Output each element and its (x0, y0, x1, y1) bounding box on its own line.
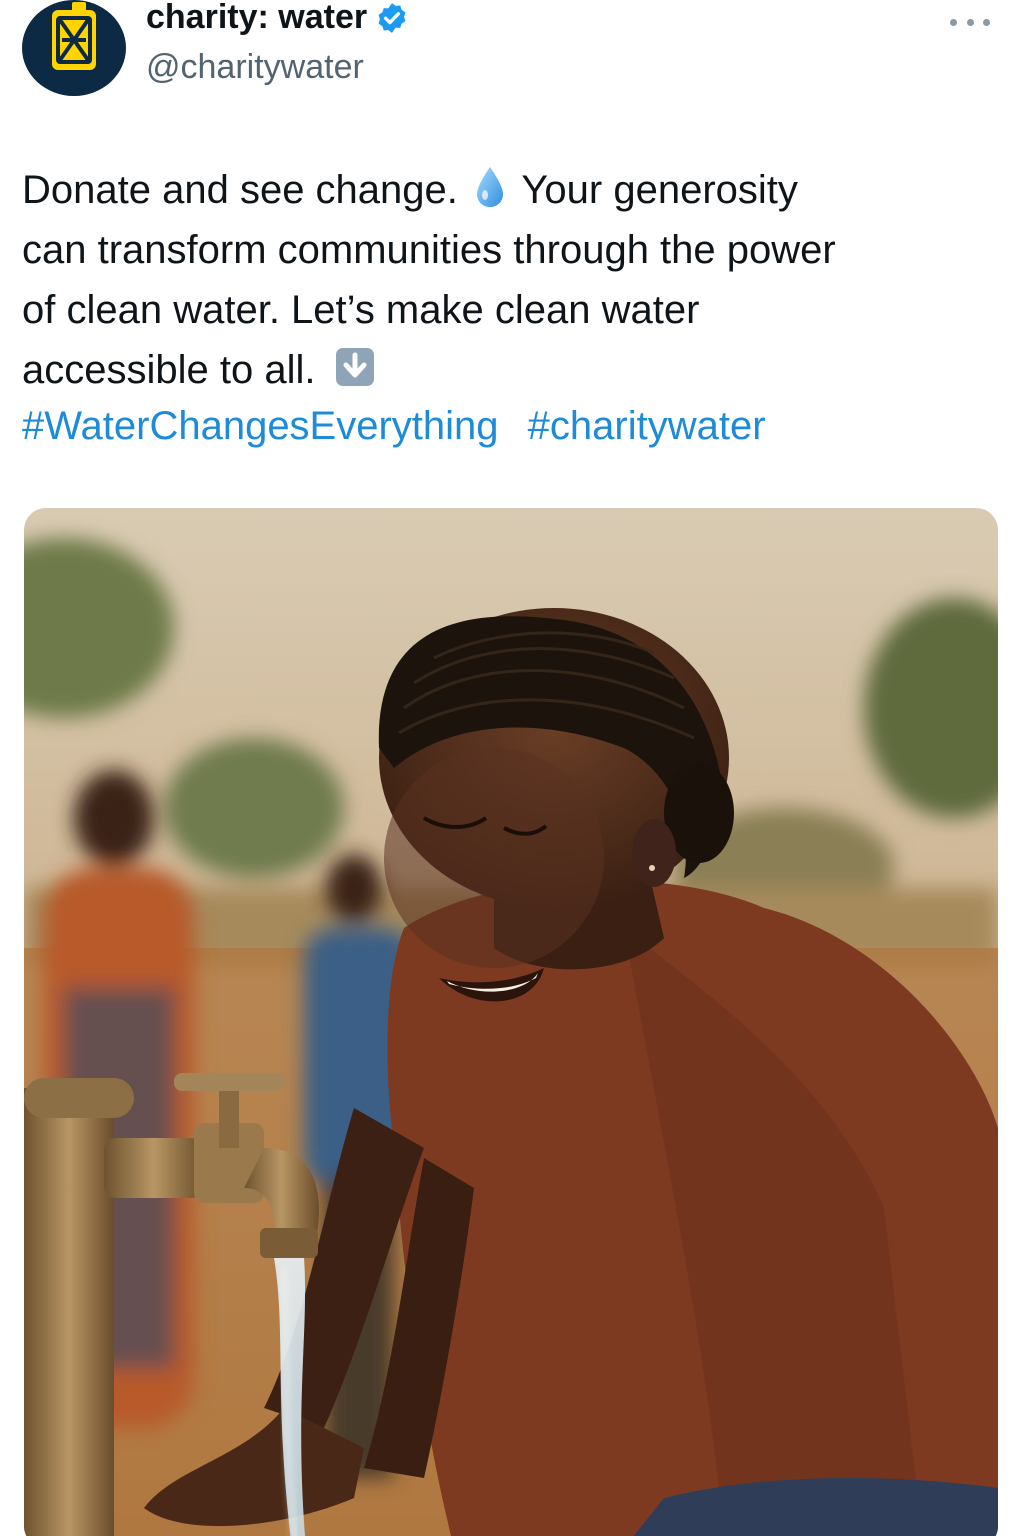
dot (983, 18, 990, 26)
tweet-text-segment: accessible to all. (22, 348, 316, 392)
avatar[interactable] (22, 0, 126, 96)
display-name-text[interactable]: charity: water (146, 0, 367, 37)
verified-badge-icon (378, 2, 406, 33)
jerrycan-icon (52, 2, 96, 70)
user-handle[interactable]: @charitywater (146, 48, 364, 87)
tweet-line-4: accessible to all. (22, 340, 992, 400)
tweet-text-segment: Your generosity (521, 168, 798, 212)
hashtag-link[interactable]: #WaterChangesEverything (22, 404, 499, 448)
hashtag-link[interactable]: #charitywater (528, 404, 766, 448)
tweet-card: charity: water @charitywater Donate and … (0, 0, 1024, 1536)
photo-illustration (24, 508, 998, 1536)
tweet-line-1: Donate and see change. Your generosity (22, 160, 992, 220)
water-drop-icon (477, 167, 504, 207)
tweet-line-2: can transform communities through the po… (22, 228, 836, 272)
dot (966, 18, 974, 26)
display-name[interactable]: charity: water (146, 0, 409, 37)
tweet-photo[interactable] (24, 508, 998, 1536)
dot (950, 18, 957, 26)
tweet-text: Donate and see change. Your generosity c… (22, 160, 992, 400)
more-options-icon[interactable] (950, 10, 990, 34)
down-arrow-icon (335, 348, 374, 386)
tweet-text-segment: Donate and see change. (22, 168, 458, 212)
hashtag-row: #WaterChangesEverything #charitywater (22, 398, 784, 454)
tweet-line-3: of clean water. Let’s make clean water (22, 288, 700, 332)
